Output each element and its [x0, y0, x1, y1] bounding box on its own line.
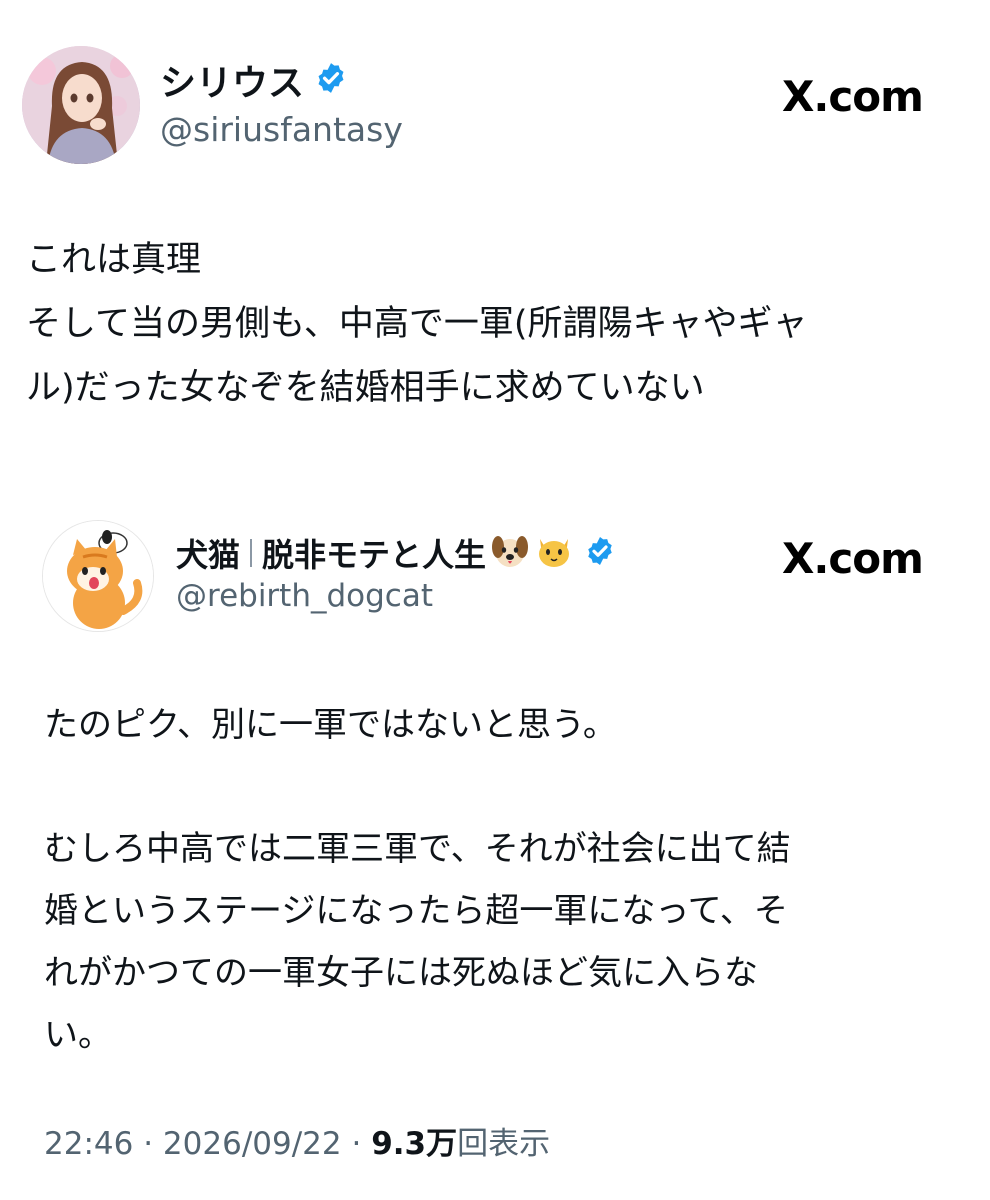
- main-avatar[interactable]: [22, 46, 140, 164]
- cat-face-emoji-icon: [534, 531, 574, 575]
- dog-face-emoji-icon: [490, 531, 530, 575]
- quoted-text-line: 婚というステージになったら超一軍になって、そ: [44, 891, 788, 931]
- tweet-card: シリウス @siriusfantasy X.com これは真理 そして当の男側も…: [0, 0, 990, 1200]
- tweet-time[interactable]: 22:46: [44, 1126, 133, 1162]
- quoted-text-line: い。: [44, 1015, 112, 1055]
- quoted-display-name-part1[interactable]: 犬猫: [176, 530, 240, 576]
- name-separator: [250, 539, 253, 567]
- tweet-meta-footer: 22:46 · 2026/09/22 · 9.3万回表示: [44, 1118, 550, 1163]
- meta-separator: ·: [351, 1126, 362, 1162]
- verified-badge-icon: [584, 535, 616, 571]
- quoted-source-label: X.com: [782, 534, 924, 583]
- main-source-label: X.com: [782, 72, 924, 121]
- main-text-line: そして当の男側も、中高で一軍(所謂陽キャやギャ: [26, 304, 808, 344]
- views-label: 回表示: [457, 1126, 551, 1162]
- quoted-display-name-part2[interactable]: 脱非モテと人生: [262, 530, 486, 576]
- verified-badge-icon: [314, 61, 348, 99]
- tweet-date[interactable]: 2026/09/22: [163, 1126, 342, 1162]
- main-name-row: シリウス: [160, 54, 348, 106]
- quoted-name-row: 犬猫 脱非モテと人生: [176, 530, 616, 576]
- quoted-tweet-text: たのピク、別に一軍ではないと思う。 むしろ中高では二軍三軍で、それが社会に出て結…: [44, 694, 944, 1066]
- quoted-handle[interactable]: @rebirth_dogcat: [176, 578, 433, 614]
- quoted-avatar[interactable]: [42, 520, 154, 632]
- views-count[interactable]: 9.3万: [371, 1126, 457, 1162]
- main-text-line: ル)だった女なぞを結婚相手に求めていない: [26, 368, 705, 408]
- meta-separator: ·: [143, 1126, 154, 1162]
- main-text-line: これは真理: [26, 240, 202, 280]
- main-tweet-text: これは真理 そして当の男側も、中高で一軍(所謂陽キャやギャ ル)だった女なぞを結…: [26, 228, 966, 420]
- main-display-name[interactable]: シリウス: [160, 54, 304, 106]
- quoted-text-line: れがかつての一軍女子には死ぬほど気に入らな: [44, 953, 758, 993]
- quoted-text-line: むしろ中高では二軍三軍で、それが社会に出て結: [44, 829, 791, 869]
- quoted-text-line: たのピク、別に一軍ではないと思う。: [44, 705, 617, 745]
- main-handle[interactable]: @siriusfantasy: [160, 110, 403, 149]
